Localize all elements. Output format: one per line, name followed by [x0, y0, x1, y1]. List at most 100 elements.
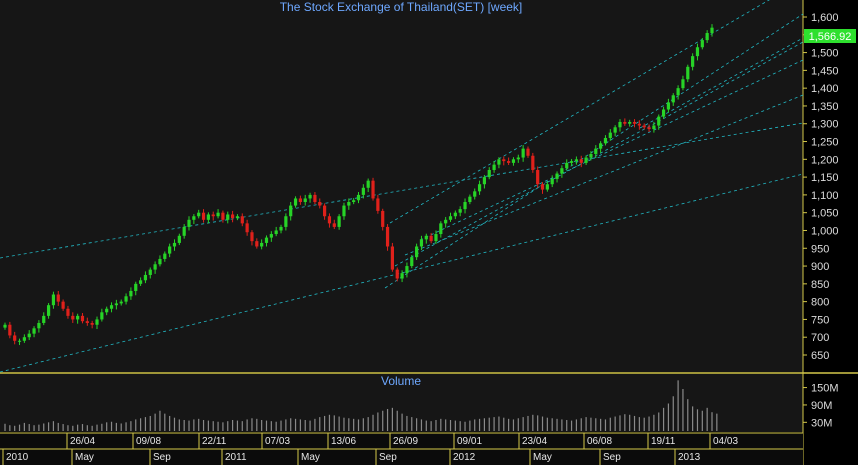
- price-tick-label: 950: [811, 243, 829, 255]
- volume-bar: [285, 419, 287, 431]
- candle-body: [710, 27, 714, 34]
- candle-body: [623, 121, 627, 124]
- candle-body: [487, 169, 491, 178]
- candle-body: [138, 280, 143, 284]
- candle-body: [8, 324, 12, 336]
- volume-bar: [464, 421, 466, 431]
- volume-bar: [561, 419, 563, 431]
- week-label: 13/06: [331, 436, 356, 447]
- candle-body: [395, 269, 399, 279]
- volume-bar: [154, 413, 156, 431]
- volume-bar: [411, 417, 413, 431]
- candle-body: [477, 184, 482, 192]
- volume-bar: [585, 417, 587, 431]
- candle-body: [676, 88, 680, 96]
- volume-tick-label: 150M: [811, 383, 839, 395]
- volume-bar: [67, 425, 69, 431]
- candle-body: [342, 205, 346, 217]
- chart-title: The Stock Exchange of Thailand(SET) [wee…: [280, 0, 523, 14]
- volume-tick-label: 30M: [811, 417, 832, 429]
- candle-body: [274, 230, 278, 235]
- volume-bar: [314, 418, 316, 431]
- candle-body: [201, 212, 206, 220]
- volume-bar: [488, 417, 490, 431]
- volume-bar: [382, 410, 384, 431]
- volume-bar: [91, 425, 93, 431]
- volume-bar: [716, 413, 718, 431]
- candle-body: [71, 315, 75, 320]
- volume-bar: [454, 420, 456, 431]
- candle-body: [531, 155, 535, 170]
- candle-body: [647, 127, 651, 130]
- candle-body: [206, 214, 210, 220]
- volume-bar: [396, 410, 398, 431]
- month-label: 2013: [678, 452, 701, 463]
- volume-bar: [667, 403, 670, 431]
- volume-bar: [241, 421, 243, 431]
- volume-bar: [348, 418, 350, 431]
- candle-body: [545, 184, 549, 190]
- candle-body: [105, 308, 109, 313]
- candle-body: [424, 235, 428, 240]
- volume-bar: [23, 422, 25, 431]
- last-price-badge: 1,566.92: [804, 29, 856, 43]
- candle-body: [303, 198, 307, 203]
- volume-bar: [227, 421, 229, 431]
- price-tick-label: 1,150: [811, 172, 839, 184]
- candle-body: [385, 226, 390, 247]
- candle-body: [337, 216, 341, 227]
- candle-body: [250, 232, 254, 242]
- candle-body: [695, 47, 700, 57]
- candle-body: [158, 258, 162, 265]
- volume-bar: [319, 417, 321, 431]
- candle-body: [652, 125, 656, 130]
- price-tick-label: 1,000: [811, 225, 839, 237]
- candle-body: [279, 226, 283, 231]
- price-tick-label: 1,300: [811, 119, 839, 131]
- volume-bar: [498, 416, 500, 431]
- candle-body: [61, 301, 65, 309]
- candle-body: [681, 79, 685, 89]
- price-tick-label: 1,450: [811, 65, 839, 77]
- candle-body: [80, 315, 85, 322]
- candle-body: [434, 234, 438, 242]
- volume-bar: [353, 418, 355, 431]
- month-label: 2012: [453, 452, 476, 463]
- volume-bar: [52, 421, 55, 431]
- week-label: 09/08: [136, 436, 161, 447]
- volume-bar: [231, 420, 234, 431]
- candle-body: [226, 214, 230, 220]
- volume-bar: [483, 418, 486, 431]
- candle-body: [240, 216, 244, 224]
- price-tick-label: 650: [811, 350, 829, 362]
- price-tick-label: 1,500: [811, 48, 839, 60]
- candle-body: [691, 56, 695, 67]
- volume-bar: [503, 417, 505, 431]
- candle-body: [293, 198, 298, 206]
- price-tick-label: 700: [811, 332, 829, 344]
- candle-body: [109, 305, 114, 309]
- candle-body: [497, 159, 501, 165]
- candle-body: [521, 148, 525, 158]
- volume-bar: [183, 420, 185, 431]
- candle-body: [327, 216, 332, 224]
- volume-bar: [9, 425, 11, 431]
- candle-body: [569, 161, 574, 163]
- candle-body: [284, 216, 288, 227]
- candle-body: [560, 168, 564, 174]
- volume-bar: [86, 425, 88, 431]
- volume-bar: [275, 421, 277, 431]
- candle-body: [589, 153, 593, 158]
- volume-bar: [4, 423, 6, 431]
- volume-bar: [706, 407, 708, 431]
- candle-body: [381, 210, 385, 227]
- volume-bar: [299, 419, 301, 431]
- candle-body: [453, 212, 457, 217]
- candle-body: [46, 305, 51, 316]
- volume-bar: [517, 418, 519, 431]
- volume-bar: [261, 420, 263, 431]
- volume-bar: [149, 415, 151, 431]
- candle-body: [143, 274, 148, 281]
- candle-body: [642, 125, 646, 128]
- month-label: May: [75, 452, 94, 463]
